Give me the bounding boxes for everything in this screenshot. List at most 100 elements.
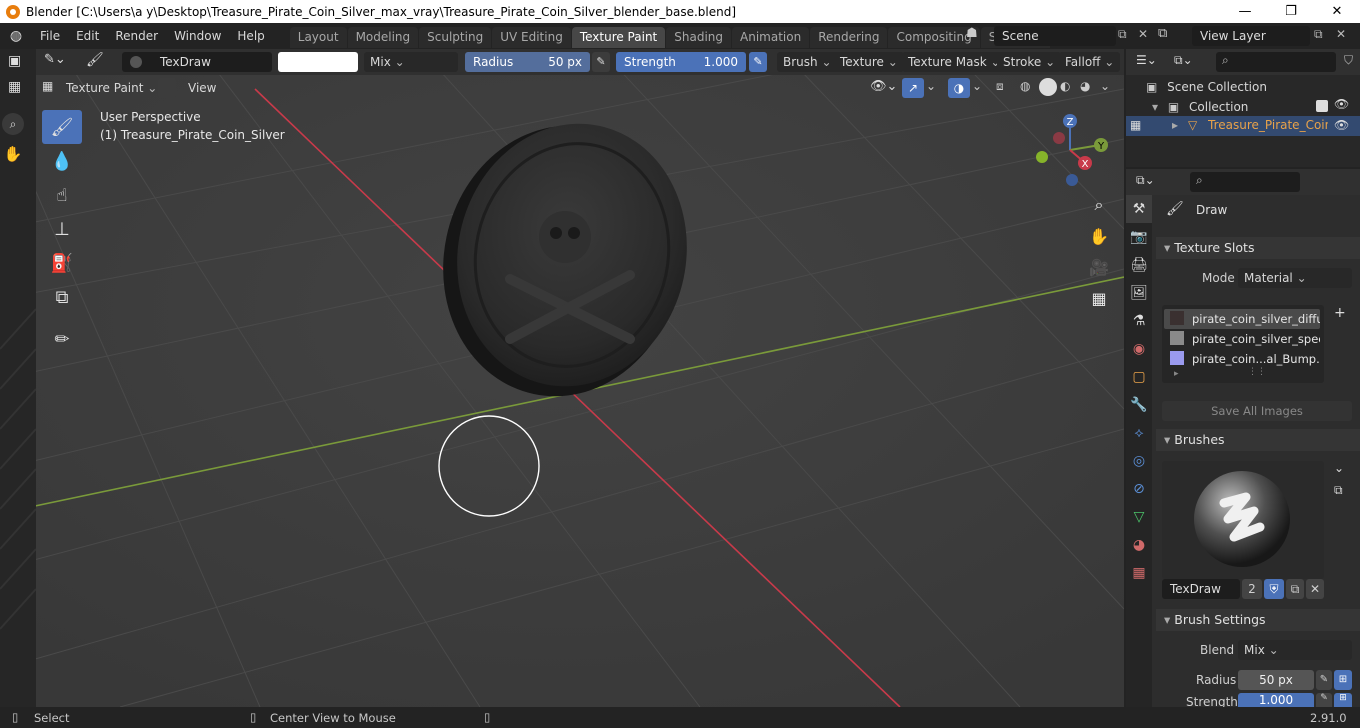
brush-list-dropdown-icon[interactable]: ⌄ (1334, 461, 1344, 475)
strength-unit-icon[interactable]: ⊞ (1334, 693, 1352, 707)
tab-uv-editing[interactable]: UV Editing (492, 27, 571, 48)
mode-dropdown[interactable]: Texture Paint (60, 78, 163, 98)
stroke-menu[interactable]: Stroke (997, 52, 1062, 72)
brush-radius-value[interactable]: 50 px (1238, 670, 1314, 690)
blend-mode-dropdown[interactable]: Mix (364, 52, 458, 72)
tab-sculpting[interactable]: Sculpting (419, 27, 492, 48)
brush-icon-image-icon[interactable]: ⧉ (1334, 483, 1343, 498)
menu-help[interactable]: Help (229, 23, 272, 49)
left-editor-strip[interactable]: ▣ ▦ ⌕ ✋ (0, 49, 36, 707)
brush-datablock-name[interactable]: TexDraw (1162, 579, 1240, 599)
scene-icon[interactable]: ☗ (966, 26, 988, 46)
object-visibility-icon[interactable]: 👁 (1334, 118, 1349, 132)
strength-pressure-icon[interactable]: ✎ (749, 52, 767, 72)
save-all-images-button[interactable]: Save All Images (1162, 401, 1352, 421)
menu-window[interactable]: Window (166, 23, 229, 49)
view-layer-field[interactable]: View Layer (1192, 26, 1310, 46)
annotate-tool-icon[interactable]: ✏ (42, 322, 82, 356)
brush-blend-dropdown[interactable]: Mix (1238, 640, 1352, 660)
gizmo-dropdown-icon[interactable]: ⌄ (926, 79, 936, 93)
outliner-editor-icon[interactable]: ☰⌄ (1136, 53, 1157, 67)
ortho-toggle-icon[interactable]: ▦ (1086, 285, 1112, 311)
brush-menu[interactable]: Brush (777, 52, 838, 72)
outliner-search-input[interactable] (1216, 52, 1336, 72)
outliner-object-row[interactable]: ▦ ▸ ▽ Treasure_Pirate_Coin 👁 (1126, 116, 1360, 136)
pan-view-icon[interactable]: ✋ (1086, 223, 1112, 249)
texture-slot-bump[interactable]: pirate_coin...al_Bump.tga (1164, 349, 1320, 369)
filter-icon[interactable]: ⛉ (1344, 53, 1353, 68)
radius-pressure-icon[interactable]: ✎ (1316, 670, 1332, 690)
view-layer-icon[interactable]: ⧉ (1158, 26, 1190, 41)
output-tab-icon[interactable]: 🖨 (1126, 251, 1152, 279)
tool-select-icon[interactable]: ✎⌄ (44, 52, 66, 67)
brush-color-swatch[interactable] (278, 52, 358, 72)
radius-slider[interactable]: Radius 50 px (465, 52, 590, 72)
smear-tool-icon[interactable]: ☝ (42, 178, 82, 212)
strength-pressure-icon[interactable]: ✎ (1316, 693, 1332, 707)
brush-settings-header[interactable]: ▾ Brush Settings (1156, 609, 1360, 631)
material-tab-icon[interactable]: ◕ (1126, 531, 1152, 559)
menu-edit[interactable]: Edit (68, 23, 107, 49)
scene-tab-icon[interactable]: ⚗ (1126, 307, 1152, 335)
texture-slots-header[interactable]: ▾ Texture Slots (1156, 237, 1360, 259)
close-button[interactable]: ✕ (1314, 0, 1360, 23)
texture-mode-dropdown[interactable]: Material (1238, 268, 1352, 288)
editor-type-icon[interactable]: ▣ (8, 53, 21, 69)
collection-visibility-icon[interactable]: 👁 (1334, 97, 1349, 111)
view-menu[interactable]: View (182, 78, 222, 98)
radius-unit-icon[interactable]: ⊞ (1334, 670, 1352, 690)
scene-name-field[interactable]: Scene (994, 26, 1116, 46)
brushes-header[interactable]: ▾ Brushes (1156, 429, 1360, 451)
rendered-shading-icon[interactable]: ◕ (1080, 79, 1090, 93)
mask-toggle[interactable] (158, 78, 176, 98)
display-mode-icon[interactable]: ⧉⌄ (1174, 53, 1193, 68)
material-shading-icon[interactable]: ◐ (1060, 79, 1070, 93)
list-expand-icon[interactable]: ▸ (1174, 369, 1179, 379)
list-resize-handle[interactable]: ⋮⋮ (1248, 367, 1266, 377)
tab-shading[interactable]: Shading (666, 27, 731, 48)
texture-slot-diffuse[interactable]: pirate_coin_silver_diffu... (1164, 309, 1320, 329)
gizmo-toggle-icon[interactable]: ↗ (902, 78, 924, 98)
collection-checkbox[interactable] (1316, 100, 1328, 112)
checker-icon[interactable]: ▦ (8, 79, 21, 95)
xray-toggle-icon[interactable]: ⧈ (996, 79, 1004, 94)
outliner-collection[interactable]: ▾ ▣ Collection (1152, 97, 1248, 117)
texture-menu[interactable]: Texture (834, 52, 904, 72)
properties-search-input[interactable] (1190, 172, 1300, 192)
hand-pan-icon[interactable]: ✋ (2, 143, 24, 165)
render-tab-icon[interactable]: 📷 (1126, 223, 1152, 251)
texture-mask-menu[interactable]: Texture Mask (902, 52, 1007, 72)
3d-viewport[interactable] (0, 49, 1124, 707)
delete-scene-icon[interactable]: ✕ (1138, 27, 1148, 41)
tab-modeling[interactable]: Modeling (347, 27, 419, 48)
view-layer-tab-icon[interactable]: 🖼 (1126, 279, 1152, 307)
copy-view-layer-icon[interactable]: ⧉ (1314, 27, 1323, 42)
outliner-scene-collection[interactable]: ▣ Scene Collection (1146, 77, 1267, 97)
clone-tool-icon[interactable]: ⊥ (42, 212, 82, 246)
brush-preview[interactable] (1162, 461, 1324, 579)
data-tab-icon[interactable]: ▽ (1126, 503, 1152, 531)
mask-tool-icon[interactable]: ⧉ (42, 280, 82, 314)
zoom-icon[interactable]: ⌕ (2, 113, 24, 135)
zoom-view-icon[interactable]: ⌕ (1086, 192, 1112, 218)
brush-name-field[interactable]: TexDraw (122, 52, 272, 72)
visibility-icon[interactable]: 👁⌄ (870, 79, 897, 94)
fill-tool-icon[interactable]: ⛽ (42, 246, 82, 280)
brush-users-count[interactable]: 2 (1242, 579, 1262, 599)
world-tab-icon[interactable]: ◉ (1126, 335, 1152, 363)
add-slot-button[interactable]: + (1334, 305, 1346, 321)
radius-pressure-icon[interactable]: ✎ (592, 52, 610, 72)
unlink-brush-icon[interactable]: ✕ (1306, 579, 1324, 599)
maximize-button[interactable]: ❐ (1268, 0, 1314, 23)
minimize-button[interactable]: — (1222, 0, 1268, 23)
blender-menu-icon[interactable]: ◍ (0, 28, 32, 44)
menu-file[interactable]: File (32, 23, 68, 49)
tool-tab-icon[interactable]: ⚒ (1126, 195, 1152, 223)
texture-slot-specular[interactable]: pirate_coin_silver_spec... (1164, 329, 1320, 349)
shading-dropdown-icon[interactable]: ⌄ (1100, 79, 1110, 93)
overlay-dropdown-icon[interactable]: ⌄ (972, 79, 982, 93)
particles-tab-icon[interactable]: ⟡ (1126, 419, 1152, 447)
tab-animation[interactable]: Animation (732, 27, 810, 48)
modifier-tab-icon[interactable]: 🔧 (1126, 391, 1152, 419)
tab-texture-paint[interactable]: Texture Paint (571, 27, 666, 48)
